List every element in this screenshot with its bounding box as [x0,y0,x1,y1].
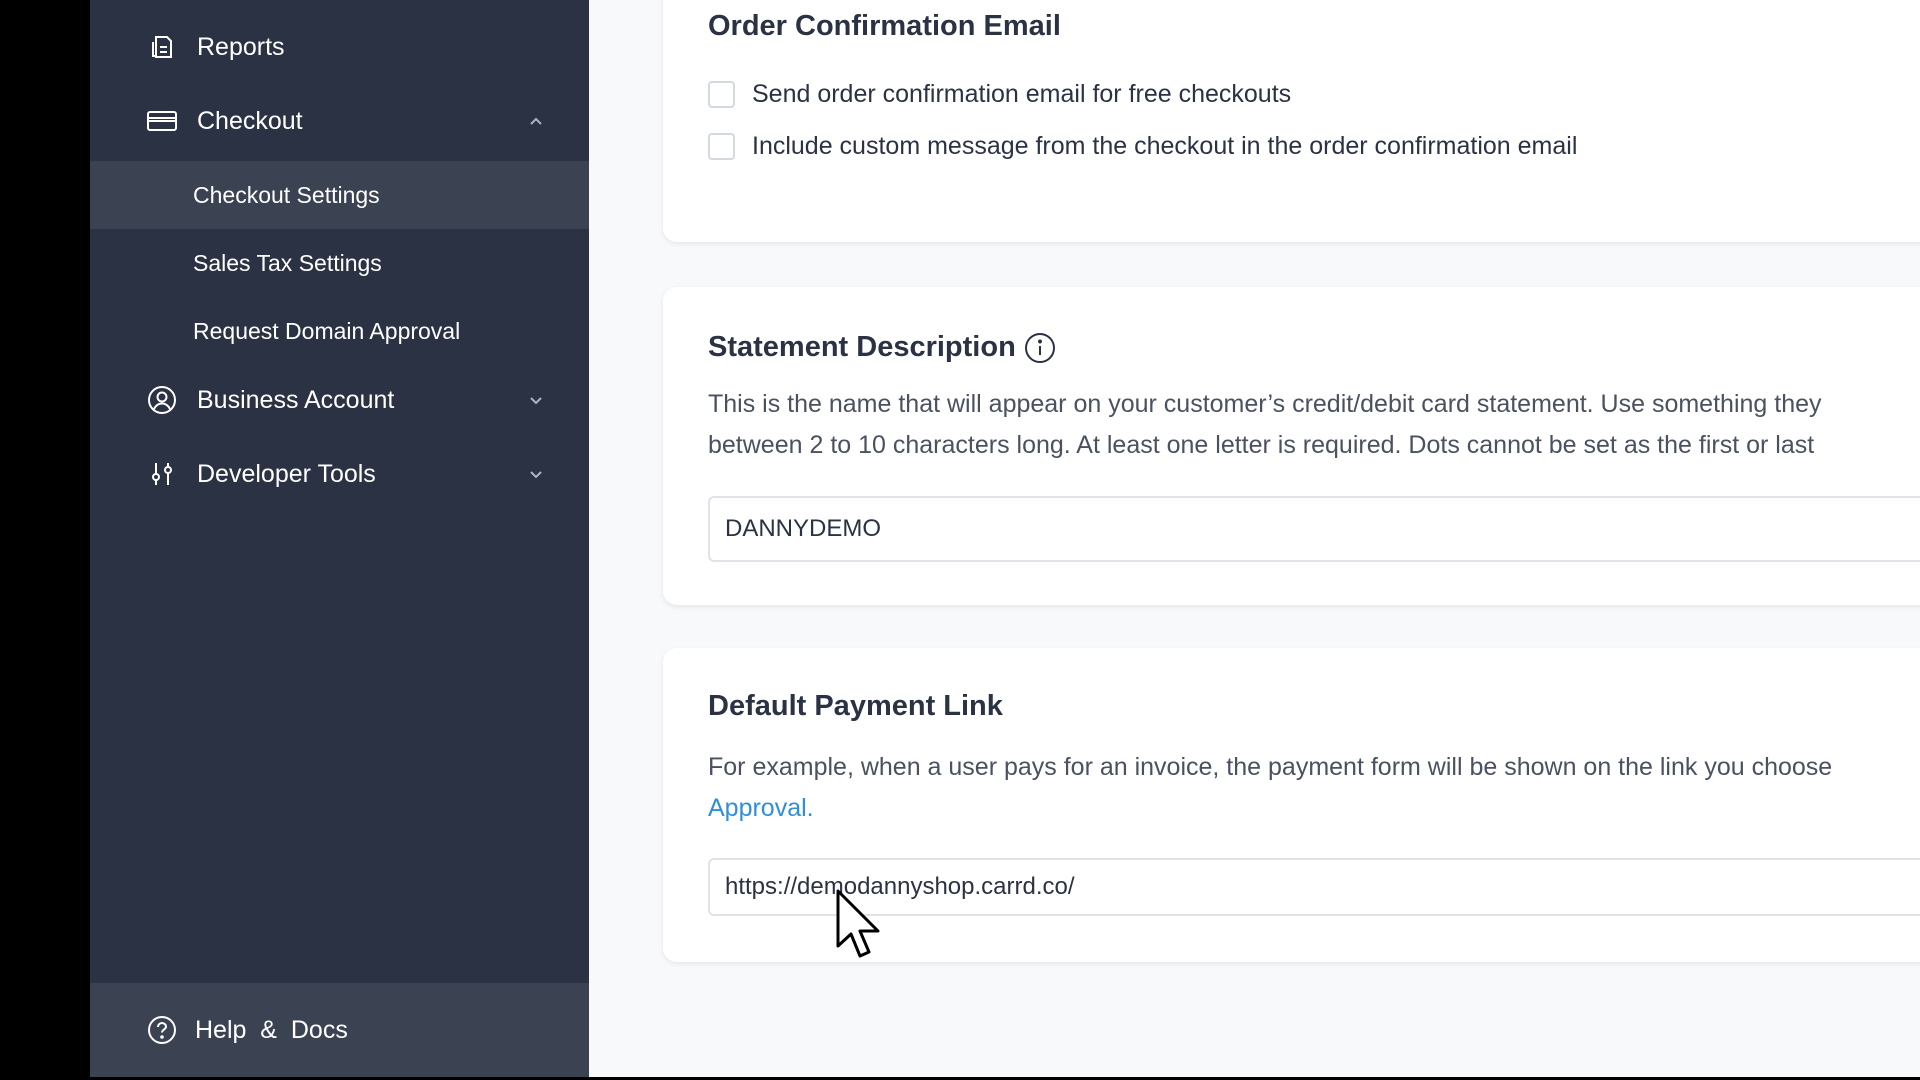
card-title-row: Statement Description [708,331,1056,364]
default-payment-link-value: https://demodannyshop.carrd.co/ [725,873,1075,900]
sidebar-subitem-label: Checkout Settings [193,181,380,208]
info-icon[interactable] [1024,332,1056,364]
custom-message-checkbox[interactable] [708,133,735,160]
card-title: Order Confirmation Email [708,10,1061,42]
statement-description-input[interactable]: DANNYDEMO [708,496,1920,562]
sidebar-item-label: Checkout [197,106,303,135]
help-circle-icon [147,1015,177,1045]
sidebar-subitem-label: Sales Tax Settings [193,249,382,276]
reports-icon [147,32,177,62]
default-payment-link-input[interactable]: https://demodannyshop.carrd.co/ [708,858,1920,916]
sidebar-subitem-label: Request Domain Approval [193,317,461,344]
mouse-cursor-icon [835,888,885,973]
card-title: Statement Description [708,331,1016,363]
credit-card-icon [147,106,177,136]
sidebar-subitem-request-domain-approval[interactable]: Request Domain Approval [90,297,589,365]
sidebar-item-reports[interactable]: Reports [90,10,589,84]
sidebar-item-business-account[interactable]: Business Account [90,363,589,437]
sidebar-item-developer-tools[interactable]: Developer Tools [90,437,589,511]
card-title: Default Payment Link [708,690,1003,722]
checkbox-label: Send order confirmation email for free c… [752,80,1292,108]
sidebar-item-label: Developer Tools [197,459,376,488]
sidebar-subitem-sales-tax-settings[interactable]: Sales Tax Settings [90,229,589,297]
chevron-down-icon [526,390,546,410]
statement-description-value: DANNYDEMO [725,515,882,542]
payment-link-description-text: For example, when a user pays for an inv… [708,753,1833,781]
help-docs-label: Help & Docs [195,1015,348,1044]
custom-message-email-option[interactable]: Include custom message from the checkout… [708,132,1577,161]
free-checkout-email-checkbox[interactable] [708,81,735,108]
statement-description-text-line2: between 2 to 10 characters long. At leas… [708,431,1815,459]
sidebar-item-checkout[interactable]: Checkout [90,84,589,158]
free-checkout-email-option[interactable]: Send order confirmation email for free c… [708,80,1291,109]
statement-description-text-line1: This is the name that will appear on you… [708,390,1822,418]
order-confirmation-email-card: Order Confirmation Email Send order conf… [663,0,1920,242]
main-content: Order Confirmation Email Send order conf… [589,0,1920,1077]
request-domain-approval-link[interactable]: Approval. [708,788,814,829]
chevron-down-icon [526,464,546,484]
sidebar-item-label: Reports [197,32,285,61]
sidebar-item-label: Business Account [197,385,395,414]
sliders-icon [147,459,177,489]
help-docs-link[interactable]: Help & Docs [90,983,589,1077]
chevron-up-icon [526,111,546,131]
sidebar: Reports Checkout Checkout Settings Sales… [90,0,589,1077]
checkbox-label: Include custom message from the checkout… [752,132,1578,160]
user-circle-icon [147,385,177,415]
sidebar-subitem-checkout-settings[interactable]: Checkout Settings [90,161,589,229]
statement-description-card: Statement Description This is the name t… [663,287,1920,605]
